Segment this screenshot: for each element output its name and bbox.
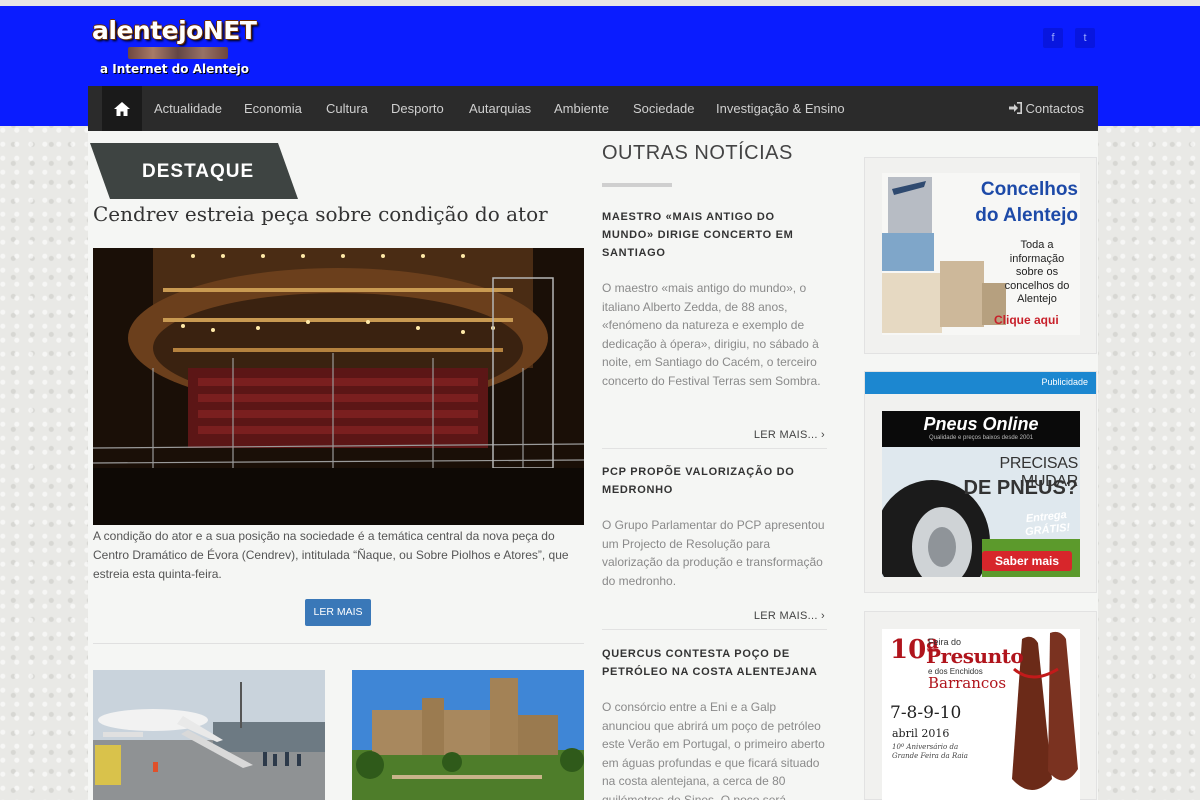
news-separator xyxy=(602,448,827,449)
destaque-banner: DESTAQUE xyxy=(90,143,300,199)
publicidade-label: Publicidade xyxy=(1041,377,1088,387)
featured-theatre-image[interactable] xyxy=(93,248,584,525)
featured-headline[interactable]: Cendrev estreia peça sobre condição do a… xyxy=(93,202,548,226)
featured-summary: A condição do ator e a sua posição na so… xyxy=(93,529,569,581)
presunto-ad-month: abril 2016 xyxy=(892,727,950,740)
news-separator xyxy=(602,629,827,630)
concelhos-ad-title-line2: do Alentejo xyxy=(975,205,1078,226)
nav-contact-link[interactable]: Contactos xyxy=(1008,86,1084,131)
pneus-online-ad[interactable]: Publicidade Pneus Online Qualidade e pre… xyxy=(864,371,1097,593)
news-item-title[interactable]: Quercus contesta poço de petróleo na cos… xyxy=(602,645,827,681)
nav-item-investigacao-ensino[interactable]: Investigação & Ensino xyxy=(716,86,845,131)
home-icon xyxy=(114,101,130,116)
nav-item-economia[interactable]: Economia xyxy=(244,86,302,131)
pneus-ad-brand-sub: Qualidade e preços baixos desde 2001 xyxy=(928,435,1034,441)
logo-tagline: a Internet do Alentejo xyxy=(100,62,249,76)
news-item-body: O Grupo Parlamentar do PCP apresentou um… xyxy=(602,518,825,588)
logo-photo-band xyxy=(128,47,228,59)
concelhos-ad-text: Toda a informação sobre os concelhos do … xyxy=(1004,239,1070,305)
concelhos-ad-title-line1: Concelhos xyxy=(980,179,1078,200)
publicidade-bar: Publicidade xyxy=(865,372,1096,394)
home-button[interactable] xyxy=(102,86,142,131)
twitter-icon[interactable]: t xyxy=(1075,28,1095,48)
logo-brand: alentejoNET xyxy=(92,16,257,45)
pneus-ad-cta: Saber mais xyxy=(982,551,1072,571)
featured-read-more-button[interactable]: LER MAIS xyxy=(305,599,371,626)
featured-divider xyxy=(93,643,584,644)
other-news-title: OUTRAS NOTÍCIAS xyxy=(602,142,793,164)
pneus-ad-brand: Pneus Online xyxy=(923,414,1039,434)
nav-item-sociedade[interactable]: Sociedade xyxy=(633,86,694,131)
castle-thumbnail-image[interactable] xyxy=(352,670,584,800)
news-item-body: O maestro «mais antigo do mundo», o ital… xyxy=(602,281,821,388)
contact-label: Contactos xyxy=(1025,101,1084,116)
pneus-ad-banner: Pneus Online Qualidade e preços baixos d… xyxy=(882,411,1080,577)
news-item-read-more-link[interactable]: LER MAIS... › xyxy=(754,429,825,441)
news-item-title[interactable]: Maestro «mais antigo do mundo» dirige co… xyxy=(602,208,827,262)
news-item-read-more-link[interactable]: LER MAIS... › xyxy=(754,610,825,622)
facebook-icon[interactable]: f xyxy=(1043,28,1063,48)
nav-item-desporto[interactable]: Desporto xyxy=(391,86,444,131)
presunto-ad-banner: 10ª Feira do Presunto e dos Enchidos Bar… xyxy=(882,629,1080,800)
presunto-ad-note-1: 10º Aniversário da xyxy=(892,743,959,751)
destaque-label: DESTAQUE xyxy=(142,161,255,182)
site-logo[interactable]: alentejoNET a Internet do Alentejo xyxy=(92,16,262,82)
concelhos-ad-cta: Clique aqui xyxy=(994,313,1059,327)
pneus-ad-headline-2: DE PNEUS? xyxy=(963,477,1078,499)
nav-item-ambiente[interactable]: Ambiente xyxy=(554,86,609,131)
nav-item-autarquias[interactable]: Autarquias xyxy=(469,86,531,131)
presunto-ad-title: Presunto xyxy=(926,644,1024,668)
news-item-body: O consórcio entre a Eni e a Galp anuncio… xyxy=(602,700,825,800)
airport-thumbnail-image[interactable] xyxy=(93,670,325,800)
presunto-ad-note-2: Grande Feira da Raia xyxy=(892,752,968,760)
other-news-title-rule xyxy=(602,183,672,187)
nav-item-actualidade[interactable]: Actualidade xyxy=(154,86,222,131)
news-item-title[interactable]: PCP propõe valorização do medronho xyxy=(602,463,827,499)
presunto-ad-town: Barrancos xyxy=(928,674,1007,692)
presunto-ad-dates: 7-8-9-10 xyxy=(890,703,962,723)
main-nav: Actualidade Economia Cultura Desporto Au… xyxy=(88,86,1098,131)
feira-presunto-ad[interactable]: 10ª Feira do Presunto e dos Enchidos Bar… xyxy=(864,611,1097,800)
nav-item-cultura[interactable]: Cultura xyxy=(326,86,368,131)
sign-in-icon xyxy=(1008,102,1022,114)
concelhos-alentejo-ad[interactable]: Concelhos do Alentejo Toda a informação … xyxy=(864,157,1097,354)
concelhos-ad-banner: Concelhos do Alentejo Toda a informação … xyxy=(882,173,1080,335)
